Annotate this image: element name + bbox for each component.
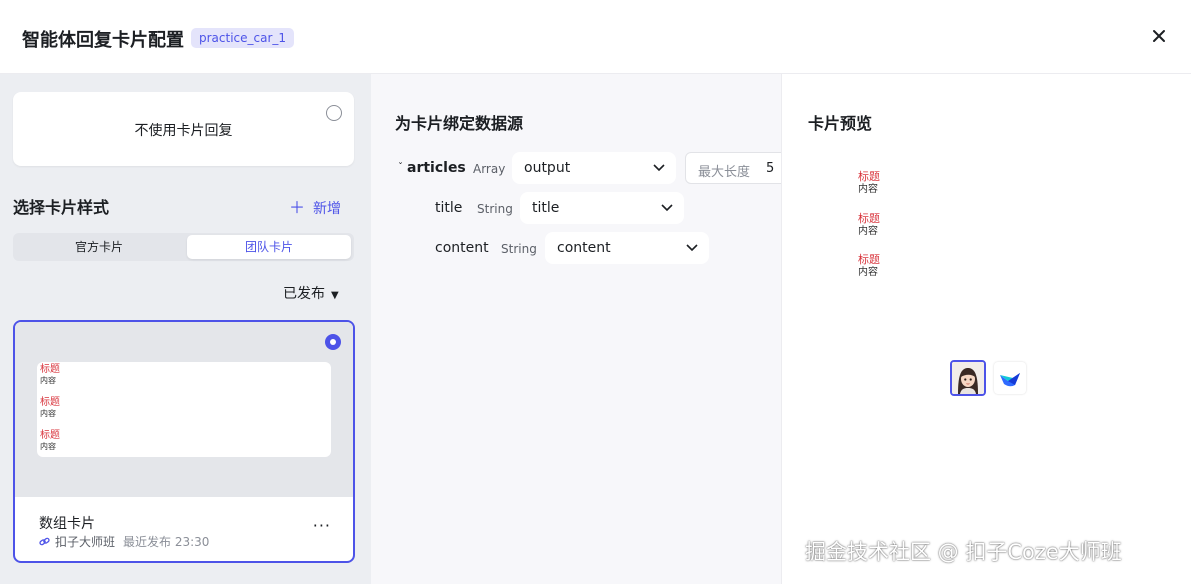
list-item: 标题 内容 <box>858 212 880 238</box>
card-preview-panel: 卡片预览 标题 内容 标题 内容 标题 内容 掘金技术社区 @ 扣子Coze大师… <box>783 74 1191 584</box>
field-name-content: content <box>435 240 489 256</box>
list-item: 标题 内容 <box>40 364 60 386</box>
item-title: 标题 <box>40 430 60 441</box>
add-label: 新增 <box>313 201 342 217</box>
no-card-label: 不使用卡片回复 <box>134 123 233 139</box>
no-card-radio[interactable] <box>326 105 342 121</box>
field-type-title: String <box>477 202 513 216</box>
card-name: 数组卡片 <box>39 516 95 532</box>
dialog-header: 智能体回复卡片配置 practice_car_1 <box>0 0 1191 74</box>
content-source-select[interactable]: content <box>545 232 709 264</box>
caret-down-icon: ▼ <box>331 290 339 301</box>
coze-logo[interactable] <box>994 362 1026 394</box>
card-thumbnail-content: 标题 内容 标题 内容 标题 内容 <box>37 362 331 457</box>
card-style-panel: 不使用卡片回复 选择卡片样式 ＋ 新增 官方卡片 团队卡片 已发布 ▼ 标题 内容 … <box>0 74 371 584</box>
item-title: 标题 <box>858 253 880 266</box>
item-content: 内容 <box>40 376 56 385</box>
select-value: content <box>557 240 611 256</box>
list-item: 标题 内容 <box>858 170 880 196</box>
chevron-down-icon <box>686 244 698 252</box>
bot-avatar[interactable] <box>950 360 986 396</box>
more-options-icon[interactable]: ··· <box>313 516 331 535</box>
item-content: 内容 <box>858 184 878 195</box>
item-content: 内容 <box>858 267 878 278</box>
chevron-down-icon <box>653 164 665 172</box>
array-card-option[interactable]: 标题 内容 标题 内容 标题 内容 数组卡片 扣子大师班 最近发布 23:30 … <box>13 320 355 563</box>
field-type-content: String <box>501 242 537 256</box>
section-title: 选择卡片样式 <box>13 198 110 217</box>
watermark-text: 掘金技术社区 @ 扣子Coze大师班 <box>805 540 1122 564</box>
item-content: 内容 <box>40 409 56 418</box>
item-title: 标题 <box>858 170 880 183</box>
collapse-icon[interactable]: ˇ <box>398 162 403 173</box>
binding-title: 为卡片绑定数据源 <box>395 114 524 133</box>
card-thumbnail: 标题 内容 标题 内容 标题 内容 <box>15 322 353 497</box>
articles-source-select[interactable]: output <box>512 152 676 184</box>
item-content: 内容 <box>40 442 56 451</box>
item-title: 标题 <box>40 397 60 408</box>
card-publish-time: 最近发布 23:30 <box>123 535 210 549</box>
preview-title: 卡片预览 <box>808 114 873 133</box>
filter-label: 已发布 <box>283 286 325 302</box>
select-value: output <box>524 160 571 176</box>
max-length-label: 最大长度 <box>698 165 751 180</box>
item-content: 内容 <box>858 226 878 237</box>
close-button[interactable] <box>1149 26 1169 46</box>
card-source-tabs: 官方卡片 团队卡片 <box>13 233 354 261</box>
add-card-button[interactable]: ＋ 新增 <box>289 194 341 218</box>
item-title: 标题 <box>858 212 880 225</box>
dialog-title: 智能体回复卡片配置 <box>22 30 184 51</box>
max-length-input[interactable]: 最大长度 5 <box>685 152 781 184</box>
item-title: 标题 <box>40 364 60 375</box>
plus-icon: ＋ <box>289 198 306 217</box>
bot-tag: practice_car_1 <box>191 28 295 48</box>
field-name-articles: articles <box>407 160 466 176</box>
coze-logo-icon <box>1000 373 1020 387</box>
close-icon <box>1153 30 1165 42</box>
link-icon <box>39 537 50 546</box>
list-item: 标题 内容 <box>40 430 60 452</box>
tab-team-cards[interactable]: 团队卡片 <box>187 235 351 259</box>
title-source-select[interactable]: title <box>520 192 684 224</box>
max-length-value: 5 <box>766 161 775 176</box>
avatar-icon <box>952 362 984 394</box>
list-item: 标题 内容 <box>858 253 880 279</box>
field-name-title: title <box>435 200 463 216</box>
card-meta: 扣子大师班 最近发布 23:30 <box>39 533 209 550</box>
tab-official-cards[interactable]: 官方卡片 <box>15 235 183 259</box>
list-item: 标题 内容 <box>40 397 60 419</box>
card-owner: 扣子大师班 <box>55 535 116 549</box>
chevron-down-icon <box>661 204 673 212</box>
no-card-option[interactable]: 不使用卡片回复 <box>13 92 354 166</box>
selected-radio[interactable] <box>325 334 341 350</box>
data-binding-panel: 为卡片绑定数据源 ˇ articles Array output 最大长度 5 … <box>371 74 782 584</box>
publish-filter-dropdown[interactable]: 已发布 ▼ <box>283 283 339 303</box>
select-value: title <box>532 200 560 216</box>
field-type-articles: Array <box>473 162 506 176</box>
